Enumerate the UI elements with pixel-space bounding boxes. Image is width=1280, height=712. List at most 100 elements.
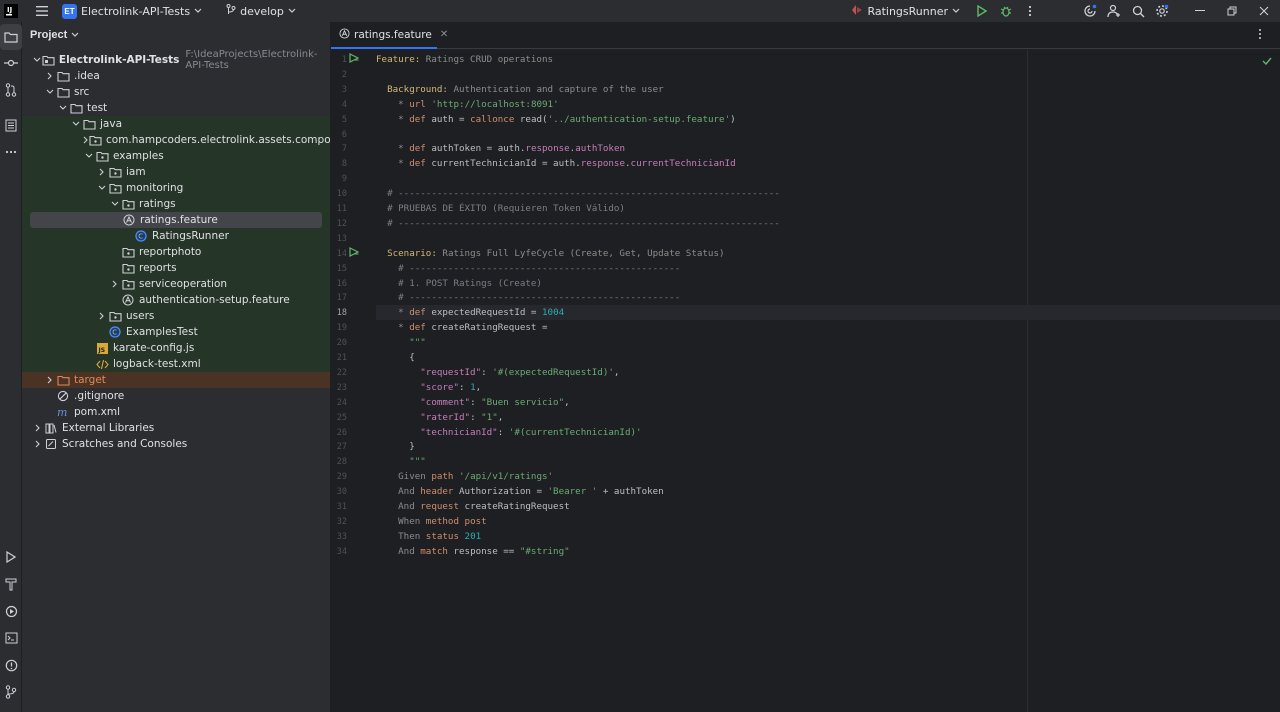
intellij-logo-icon[interactable]: IJ	[2, 2, 20, 20]
run-tool-icon[interactable]	[0, 544, 22, 570]
chevron-down-icon[interactable]	[96, 185, 108, 191]
code-line: }	[376, 439, 415, 454]
chevron-down-icon[interactable]	[44, 89, 56, 95]
run-feature-gutter-icon[interactable]	[349, 53, 360, 66]
build-hammer-icon[interactable]	[0, 571, 22, 597]
close-tab-icon[interactable]: ✕	[440, 29, 448, 40]
run-configuration-selector[interactable]: RatingsRunner	[851, 4, 960, 19]
code-token: request	[420, 501, 459, 512]
branch-switcher[interactable]: develop	[222, 1, 300, 21]
tree-row-idea[interactable]: .idea	[22, 68, 330, 84]
chevron-right-icon[interactable]	[44, 376, 56, 384]
chevron-right-icon[interactable]	[96, 168, 108, 176]
tree-row-logback[interactable]: logback-test.xml	[22, 356, 330, 372]
tree-row-package[interactable]: com.hampcoders.electrolink.assets.compon…	[22, 132, 355, 148]
terminal-icon[interactable]	[0, 625, 22, 651]
tree-row-test[interactable]: test	[22, 100, 330, 116]
no-problems-check-icon[interactable]	[1262, 55, 1272, 68]
code-token: '#(currentTechnicianId)'	[508, 426, 642, 438]
project-panel-header[interactable]: Project	[22, 22, 330, 48]
structure-icon[interactable]	[0, 112, 22, 138]
tree-row-gitignore[interactable]: .gitignore	[22, 388, 330, 404]
code-token: status	[425, 530, 459, 542]
tree-row-pom[interactable]: m pom.xml	[22, 404, 330, 420]
code-token: :	[459, 381, 471, 393]
javascript-file-icon: JS	[95, 341, 109, 355]
line-number: 33	[336, 531, 347, 542]
close-window-icon[interactable]	[1248, 0, 1280, 22]
tree-row-ratingsrunner[interactable]: C RatingsRunner	[22, 228, 330, 244]
ai-assistant-icon[interactable]	[1079, 0, 1101, 22]
tree-row-karate-config[interactable]: JS karate-config.js	[22, 340, 330, 356]
chevron-right-icon[interactable]	[44, 72, 56, 80]
chevron-down-icon[interactable]	[109, 201, 121, 207]
git-icon[interactable]	[0, 679, 22, 705]
tree-label: .gitignore	[74, 390, 125, 402]
settings-gear-icon[interactable]	[1151, 0, 1173, 22]
restore-window-icon[interactable]	[1216, 0, 1248, 22]
tree-row-reportphoto[interactable]: reportphoto	[22, 244, 330, 260]
tree-row-java[interactable]: java	[22, 116, 330, 132]
line-number: 23	[336, 382, 347, 393]
more-tool-windows-icon[interactable]	[0, 139, 22, 165]
tab-ratings-feature[interactable]: ratings.feature ✕	[331, 22, 448, 49]
code-line: "score": 1,	[376, 380, 481, 395]
tree-row-ratings-feature[interactable]: ratings.feature	[30, 212, 322, 228]
problems-icon[interactable]	[0, 652, 22, 678]
services-icon[interactable]	[0, 598, 22, 624]
code-line: "comment": "Buen servicio",	[376, 395, 569, 410]
tree-row-users[interactable]: users	[22, 308, 330, 324]
tree-row-serviceoperation[interactable]: serviceoperation	[22, 276, 330, 292]
package-folder-icon	[108, 181, 122, 195]
chevron-down-icon[interactable]	[57, 105, 69, 111]
code-token: 'http://localhost:8091'	[431, 98, 559, 110]
tree-label: com.hampcoders.electrolink.assets.compon…	[106, 134, 355, 146]
code-line: """	[376, 335, 426, 350]
more-options-icon[interactable]	[1019, 0, 1041, 22]
package-folder-icon	[108, 309, 122, 323]
tree-row-examples[interactable]: examples	[22, 148, 330, 164]
tree-row-external-libraries[interactable]: External Libraries	[22, 420, 330, 436]
minimize-window-icon[interactable]	[1184, 0, 1216, 22]
add-user-icon[interactable]	[1103, 0, 1125, 22]
tree-row-ratings[interactable]: ratings	[22, 196, 330, 212]
line-number: 24	[336, 397, 347, 408]
search-icon[interactable]	[1127, 0, 1149, 22]
commit-icon[interactable]	[0, 50, 22, 76]
tree-row-iam[interactable]: iam	[22, 164, 330, 180]
code-line: Feature: Ratings CRUD operations	[376, 52, 553, 67]
chevron-right-icon[interactable]	[96, 312, 108, 320]
tree-row-project-root[interactable]: Electrolink-API-Tests F:\IdeaProjects\El…	[22, 49, 330, 71]
tree-row-reports[interactable]: reports	[22, 260, 330, 276]
branch-name: develop	[240, 4, 284, 18]
tab-options-icon[interactable]	[1258, 28, 1262, 43]
line-number-gutter[interactable]: 1 2 3 4 5 6 7 8 9 10 11 12 13 14 15 16 17 18 19 20 21 22 23 24 2…	[331, 50, 375, 712]
project-switcher[interactable]: ET Electrolink-API-Tests	[58, 1, 206, 21]
tree-row-src[interactable]: src	[22, 84, 330, 100]
code-token: '../authentication-setup.feature'	[547, 113, 731, 125]
line-number: 14	[336, 248, 347, 259]
tree-row-monitoring[interactable]: monitoring	[22, 180, 330, 196]
pull-requests-icon[interactable]	[0, 77, 22, 103]
tree-label: users	[126, 310, 155, 322]
main-menu-icon[interactable]	[32, 1, 52, 21]
code-token: header	[420, 486, 454, 498]
chevron-down-icon[interactable]	[32, 57, 42, 63]
run-icon[interactable]	[971, 0, 993, 22]
chevron-down-icon[interactable]	[83, 153, 95, 159]
chevron-right-icon[interactable]	[109, 280, 121, 288]
code-token: callonce	[470, 113, 515, 125]
project-tool-folder-icon[interactable]	[0, 24, 22, 50]
chevron-right-icon[interactable]	[32, 424, 44, 432]
svg-text:IJ: IJ	[7, 6, 12, 14]
chevron-down-icon[interactable]	[70, 121, 82, 127]
chevron-right-icon[interactable]	[32, 440, 44, 448]
tree-row-scratches[interactable]: Scratches and Consoles	[22, 436, 330, 452]
karate-feature-file-icon	[122, 213, 136, 227]
code-line: When method post	[376, 514, 487, 529]
tree-row-examplestest[interactable]: C ExamplesTest	[22, 324, 330, 340]
tree-row-authentication-setup[interactable]: authentication-setup.feature	[22, 292, 330, 308]
run-scenario-gutter-icon[interactable]	[349, 247, 360, 260]
tree-row-target[interactable]: target	[22, 372, 330, 388]
debug-icon[interactable]	[995, 0, 1017, 22]
